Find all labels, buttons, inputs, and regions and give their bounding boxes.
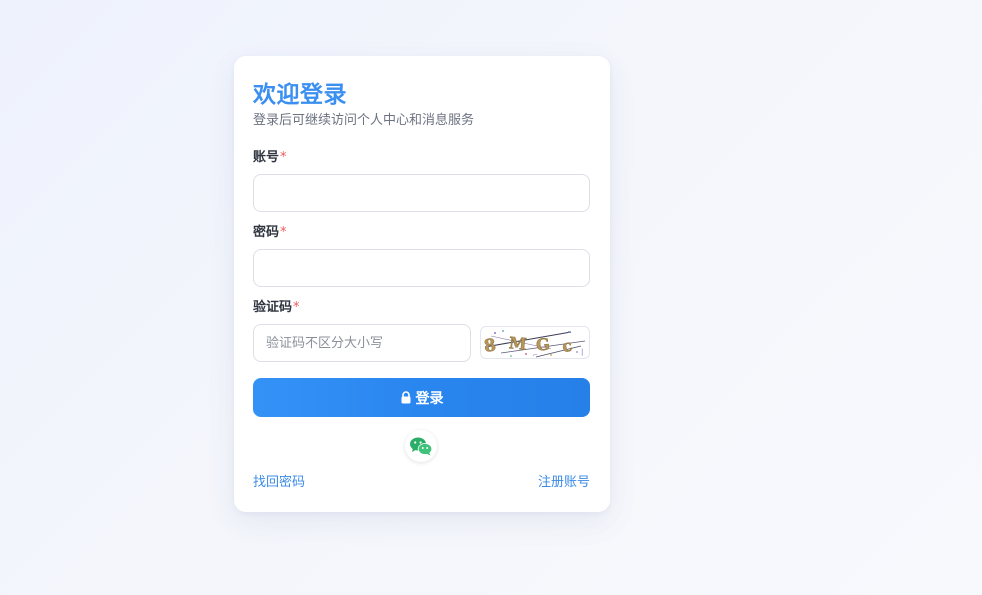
account-input[interactable] (253, 174, 590, 212)
login-button-label: 登录 (415, 390, 444, 407)
captcha-input[interactable] (253, 324, 471, 362)
login-card: 欢迎登录 登录后可继续访问个人中心和消息服务 账号* 密码* 验证码* ⌐ | (234, 56, 610, 512)
required-mark: * (280, 225, 287, 240)
page-title: 欢迎登录 (253, 82, 347, 108)
captcha-noise-graphic: ⌐ | 8 M G c (483, 330, 586, 358)
register-link[interactable]: 注册账号 (538, 475, 590, 491)
required-mark: * (280, 150, 287, 165)
login-button[interactable]: 登录 (253, 378, 590, 417)
captcha-label: 验证码* (253, 300, 300, 316)
password-input[interactable] (253, 249, 590, 287)
account-label-text: 账号 (253, 150, 280, 165)
svg-text:c: c (560, 336, 574, 357)
svg-text:G: G (535, 334, 551, 354)
password-label-text: 密码 (253, 225, 280, 240)
svg-text:8: 8 (483, 335, 498, 356)
svg-text:M: M (508, 333, 527, 353)
lock-icon (400, 391, 412, 404)
svg-text:|: | (581, 348, 583, 356)
page-subtitle: 登录后可继续访问个人中心和消息服务 (253, 113, 475, 128)
required-mark: * (293, 300, 300, 315)
password-label: 密码* (253, 225, 287, 241)
wechat-icon (409, 436, 433, 456)
wechat-login-button[interactable] (405, 430, 437, 462)
captcha-image[interactable]: ⌐ | 8 M G c (480, 326, 590, 359)
captcha-label-text: 验证码 (253, 300, 293, 315)
forgot-password-link[interactable]: 找回密码 (253, 475, 305, 491)
account-label: 账号* (253, 150, 287, 166)
